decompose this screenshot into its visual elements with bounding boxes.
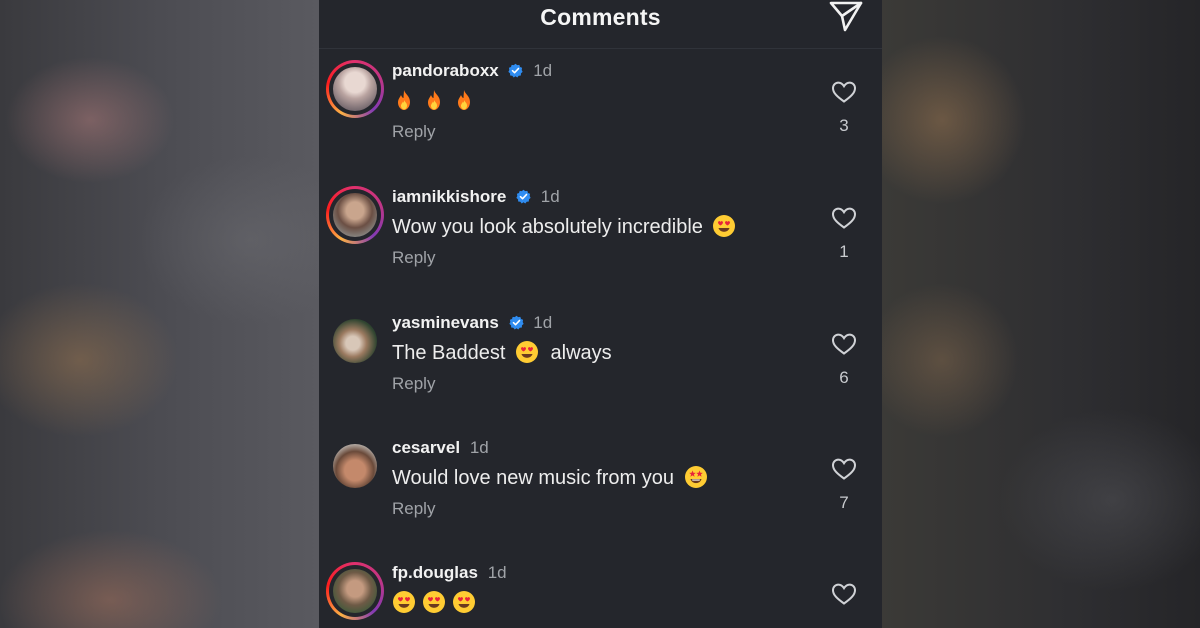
avatar (333, 67, 377, 111)
like-button[interactable] (831, 582, 857, 606)
heart-icon (831, 583, 857, 605)
avatar-ring-gap (329, 440, 381, 492)
comment-item: iamnikkishore 1d Wow you look absolutely… (319, 186, 882, 312)
comment-text: Wow you look absolutely incredible (392, 214, 742, 240)
comment-item: pandoraboxx 1d Reply 3 (319, 60, 882, 186)
comment-item: cesarvel 1d Would love new music from yo… (319, 437, 882, 563)
verified-badge-icon (508, 63, 524, 78)
comments-header: Comments (319, 0, 882, 49)
comments-panel: Comments pandoraboxx 1d Reply 3 iamnikki… (319, 0, 882, 628)
comment-timestamp: 1d (533, 313, 553, 332)
heart-icon (831, 207, 857, 229)
like-count: 3 (839, 116, 849, 135)
heart-eyes-emoji-icon (393, 591, 415, 613)
heart-icon (831, 333, 857, 355)
avatar-container[interactable] (326, 437, 384, 495)
verified-badge-icon (508, 315, 524, 330)
comment-text: Would love new music from you (392, 465, 714, 491)
comment-item: yasminevans 1d The Baddest always Reply … (319, 312, 882, 438)
comment-header: cesarvel 1d (392, 437, 489, 459)
comment-text: The Baddest always (392, 340, 612, 366)
comment-header: yasminevans 1d (392, 312, 552, 334)
heart-icon (831, 458, 857, 480)
reply-button[interactable]: Reply (392, 122, 435, 142)
heart-eyes-emoji-icon (713, 215, 736, 237)
avatar-story-ring[interactable] (326, 60, 384, 118)
comment-item: fp.douglas 1d (319, 562, 882, 628)
comment-username[interactable]: pandoraboxx (392, 61, 499, 80)
share-button[interactable] (825, 0, 865, 34)
avatar-story-ring[interactable] (326, 562, 384, 620)
avatar (333, 569, 377, 613)
blurred-background-left (0, 0, 320, 628)
comment-header: iamnikkishore 1d (392, 186, 560, 208)
avatar (333, 193, 377, 237)
comment-text (392, 590, 482, 616)
comment-header: fp.douglas 1d (392, 562, 507, 584)
avatar (333, 444, 377, 488)
comment-timestamp: 1d (540, 187, 560, 206)
avatar (333, 319, 377, 363)
heart-eyes-emoji-icon (423, 591, 445, 613)
comment-text (392, 88, 482, 114)
fire-emoji-icon (458, 90, 470, 110)
comment-text-content: Wow you look absolutely incredible (392, 216, 703, 238)
comment-text-content: Would love new music from you (392, 467, 674, 489)
comment-timestamp: 1d (533, 61, 553, 80)
like-button[interactable] (831, 206, 857, 230)
heart-eyes-emoji-icon (515, 341, 538, 363)
screenshot-frame: Comments pandoraboxx 1d Reply 3 iamnikki… (0, 0, 1200, 628)
comment-text-after: always (550, 342, 612, 364)
verified-badge-icon (516, 189, 531, 204)
blurred-background-right (882, 0, 1200, 628)
fire-emoji-icon (398, 90, 410, 110)
reply-button[interactable]: Reply (392, 374, 435, 394)
comment-text-before: The Baddest (392, 342, 506, 364)
star-struck-emoji-icon (684, 466, 707, 488)
like-count: 1 (839, 242, 849, 261)
comment-timestamp: 1d (469, 438, 489, 457)
comment-username[interactable]: yasminevans (392, 313, 499, 332)
avatar-ring-gap (329, 63, 381, 115)
like-count: 6 (839, 368, 849, 387)
like-button[interactable] (831, 80, 857, 104)
page-title: Comments (540, 4, 661, 30)
reply-button[interactable]: Reply (392, 248, 435, 268)
comment-header: pandoraboxx 1d (392, 60, 552, 82)
avatar-ring-gap (329, 189, 381, 241)
heart-eyes-emoji-icon (453, 591, 475, 613)
fire-emoji-icon (428, 90, 440, 110)
avatar-container[interactable] (326, 312, 384, 370)
comment-username[interactable]: fp.douglas (392, 563, 478, 582)
comment-username[interactable]: cesarvel (392, 438, 460, 457)
avatar-ring-gap (329, 315, 381, 367)
like-count: 7 (839, 493, 849, 512)
like-button[interactable] (831, 457, 857, 481)
heart-icon (831, 81, 857, 103)
avatar-ring-gap (329, 565, 381, 617)
reply-button[interactable]: Reply (392, 499, 435, 519)
like-button[interactable] (831, 332, 857, 356)
paper-plane-icon (829, 1, 863, 32)
comment-username[interactable]: iamnikkishore (392, 187, 506, 206)
avatar-story-ring[interactable] (326, 186, 384, 244)
comment-timestamp: 1d (487, 563, 507, 582)
